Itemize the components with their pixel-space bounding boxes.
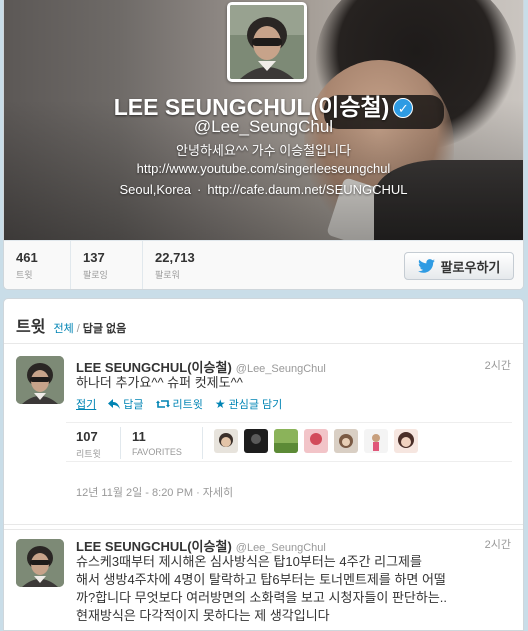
tweet-author-name: LEE SEUNGCHUL(이승철)	[76, 360, 232, 375]
user-avatar[interactable]	[274, 429, 298, 453]
verified-icon: ✓	[393, 98, 414, 118]
filter-separator: /	[76, 323, 80, 335]
location-separator: ·	[197, 182, 202, 197]
stat-followers[interactable]: 22,713 팔로워	[155, 250, 195, 281]
tweet-stats: 107 리트윗 11 FAVORITES	[66, 422, 512, 462]
stat-divider	[142, 241, 143, 289]
stats-divider	[202, 427, 203, 459]
tweet-actions: 접기 답글 리트윗 ★ 관심글 담기	[76, 396, 282, 412]
profile-location-line: Seoul,Korea · http://cafe.daum.net/SEUNGCH…	[4, 182, 523, 197]
tweet-retweet-count: 107	[76, 429, 98, 444]
details-link[interactable]: 자세히	[203, 487, 233, 499]
user-avatar[interactable]	[334, 429, 358, 453]
stat-following-label: 팔로잉	[83, 270, 108, 280]
tweet-favorite-label: FAVORITES	[132, 447, 182, 457]
favorite-label: 관심글 담기	[228, 399, 283, 411]
profile-cafe-link[interactable]: http://cafe.daum.net/SEUNGCHUL	[207, 182, 407, 197]
tweet-date-line: 12년 11월 2일 - 8:20 PM · 자세히	[76, 484, 233, 500]
user-avatar[interactable]	[244, 429, 268, 453]
profile-avatar[interactable]	[227, 2, 307, 82]
profile-bio: 안녕하세요^^ 가수 이승철입니다	[176, 143, 351, 158]
tweet-author-name: LEE SEUNGCHUL(이승철)	[76, 539, 232, 554]
tweet-text: 슈스케3때부터 제시해온 심사방식은 탑10부터는 4주간 리그제를 해서 생방…	[76, 553, 512, 625]
profile-card: LEE SEUNGCHUL(이승철) ✓ @Lee_SeungChul 안녕하세요…	[3, 0, 524, 290]
user-avatar[interactable]	[214, 429, 238, 453]
tweet-retweet-label: 리트윗	[76, 449, 101, 459]
tweet-favorite-count-block[interactable]: 11 FAVORITES	[132, 429, 182, 457]
tweet-timestamp[interactable]: 2시간	[485, 357, 511, 373]
favorite-action[interactable]: ★ 관심글 담기	[215, 396, 282, 412]
tweet-text-line: 까?합니다 무엇보다 여러방면의 소화력을 보고 시청자들이 판단하는..	[76, 590, 448, 605]
date-separator: ·	[196, 487, 200, 499]
stat-following[interactable]: 137 팔로잉	[83, 250, 108, 281]
reply-action[interactable]: 답글	[108, 396, 144, 412]
tweet-text-line: 슈스케3때부터 제시해온 심사방식은 탑10부터는 4주간 리그제를	[76, 554, 422, 569]
stat-divider	[70, 241, 71, 289]
tweet-avatar[interactable]	[16, 356, 64, 404]
user-avatar[interactable]	[394, 429, 418, 453]
tweets-title: 트윗	[16, 319, 46, 336]
profile-handle: @Lee_SeungChul	[193, 117, 334, 136]
follow-button[interactable]: 팔로우하기	[404, 252, 514, 280]
collapse-link[interactable]: 접기	[76, 396, 96, 412]
tweet-retweet-count-block[interactable]: 107 리트윗	[76, 429, 101, 460]
tweet-item[interactable]: LEE SEUNGCHUL(이승철) @Lee_SeungChul 2시간 슈스케…	[4, 524, 523, 630]
tweet-avatar[interactable]	[16, 539, 64, 587]
user-avatar[interactable]	[304, 429, 328, 453]
stat-tweets-count: 461	[16, 250, 38, 265]
tweets-panel: 트윗 전체 / 답글 없음 LEE SEUNGCHUL(이승철) @Lee_Seu…	[3, 298, 524, 631]
tweet-text: 하나더 추가요^^ 슈퍼 컷제도^^	[76, 375, 243, 390]
profile-url-link[interactable]: http://www.youtube.com/singerleeseungchu…	[4, 161, 523, 176]
tweet-timestamp[interactable]: 2시간	[485, 536, 511, 552]
user-avatar[interactable]	[364, 429, 388, 453]
tweet-date[interactable]: 12년 11월 2일 - 8:20 PM	[76, 487, 193, 499]
tweets-header: 트윗 전체 / 답글 없음	[4, 299, 523, 344]
favorited-by-avatars	[214, 429, 418, 453]
stat-followers-count: 22,713	[155, 250, 195, 265]
reply-icon	[108, 399, 121, 409]
stat-tweets-label: 트윗	[16, 270, 33, 280]
reply-label: 답글	[123, 399, 144, 411]
stat-tweets[interactable]: 461 트윗	[16, 250, 38, 281]
tweet-text-line: 현재방식은 다각적이지 못하다는 제 생각입니다	[76, 608, 330, 623]
star-icon: ★	[214, 397, 226, 411]
twitter-bird-icon	[417, 259, 435, 273]
follow-button-label: 팔로우하기	[440, 259, 501, 275]
retweet-icon	[155, 400, 170, 408]
stat-following-count: 137	[83, 250, 105, 265]
retweet-action[interactable]: 리트윗	[155, 396, 203, 412]
tweet-favorite-count: 11	[132, 429, 146, 444]
filter-all-link[interactable]: 전체	[53, 320, 73, 336]
retweet-label: 리트윗	[172, 399, 203, 411]
profile-stats: 461 트윗 137 팔로잉 22,713 팔로워 팔로우하기	[4, 240, 523, 289]
filter-no-replies[interactable]: 답글 없음	[83, 320, 127, 336]
stats-divider	[120, 427, 121, 459]
tweet-item[interactable]: LEE SEUNGCHUL(이승철) @Lee_SeungChul 2시간 하나더…	[4, 344, 523, 530]
profile-location: Seoul,Korea	[119, 182, 192, 197]
stat-followers-label: 팔로워	[155, 270, 180, 280]
tweet-text-line: 해서 생방4주차에 4명이 탈락하고 탑6부터는 토너멘트제를 하면 어떨	[76, 572, 446, 587]
